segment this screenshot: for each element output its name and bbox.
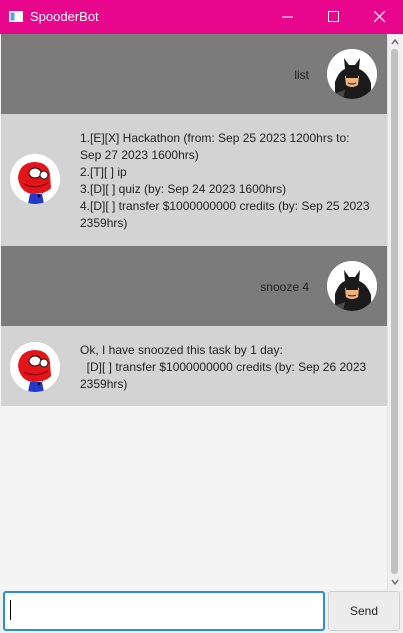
minimize-icon — [282, 16, 293, 18]
bot-message-line: Ok, I have snoozed this task by 1 day: — [80, 343, 283, 357]
batman-avatar-icon — [327, 49, 377, 99]
chat-scrollbar[interactable] — [387, 34, 401, 590]
window-title: SpooderBot — [30, 9, 99, 24]
spiderman-avatar-icon — [10, 154, 60, 204]
input-bar: Send — [0, 590, 403, 633]
bot-message: Ok, I have snoozed this task by 1 day: [… — [1, 326, 387, 406]
minimize-button[interactable] — [265, 0, 311, 34]
user-message: list — [1, 34, 387, 114]
bot-message-line: 4.[D][ ] transfer $1000000000 credits (b… — [80, 199, 373, 230]
scroll-down-icon[interactable] — [390, 577, 400, 587]
batman-avatar-icon — [327, 261, 377, 311]
scrollbar-thumb[interactable] — [391, 49, 398, 574]
chat-area[interactable]: list 1.[E][X] Hackathon (from: Sep 25 20… — [1, 34, 387, 590]
bot-message: 1.[E][X] Hackathon (from: Sep 25 2023 12… — [1, 114, 387, 246]
user-message: snooze 4 — [1, 246, 387, 326]
bot-message-line: [D][ ] transfer $1000000000 credits (by:… — [80, 360, 370, 391]
close-button[interactable] — [357, 0, 403, 34]
send-button[interactable]: Send — [328, 591, 400, 631]
app-window-icon — [9, 11, 23, 22]
text-caret — [10, 600, 11, 620]
bot-message-text: Ok, I have snoozed this task by 1 day: [… — [80, 342, 370, 393]
user-message-text: list — [294, 68, 309, 82]
close-icon — [374, 11, 386, 23]
bot-message-line: 1.[E][X] Hackathon (from: Sep 25 2023 12… — [80, 131, 353, 162]
message-input[interactable] — [3, 591, 325, 631]
bot-message-line: 2.[T][ ] ip — [80, 165, 127, 179]
spiderman-avatar-icon — [10, 342, 60, 392]
bot-message-line: 3.[D][ ] quiz (by: Sep 24 2023 1600hrs) — [80, 182, 287, 196]
maximize-icon — [328, 11, 339, 22]
user-message-text: snooze 4 — [260, 280, 309, 294]
maximize-button[interactable] — [311, 0, 357, 34]
bot-message-text: 1.[E][X] Hackathon (from: Sep 25 2023 12… — [80, 130, 370, 232]
scroll-up-icon[interactable] — [390, 37, 400, 47]
title-bar: SpooderBot — [0, 0, 403, 34]
